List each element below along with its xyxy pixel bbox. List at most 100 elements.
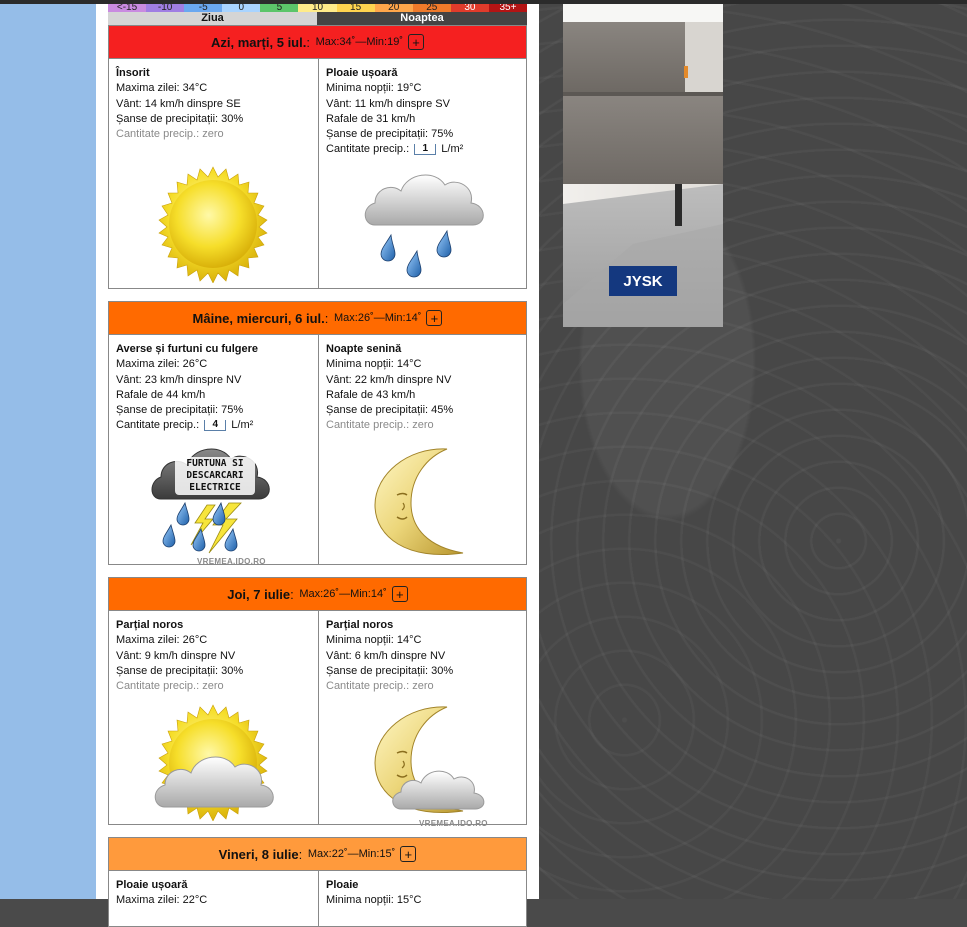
- expand-button[interactable]: +: [391, 586, 408, 602]
- scale-cell: -5: [184, 4, 223, 12]
- day-title: Joi, 7 iulie: [227, 586, 291, 602]
- day-title: Vineri, 8 iulie: [218, 846, 299, 862]
- detail-line: Șanse de precipitații: 75%: [326, 128, 454, 141]
- precip-amount: Cantitate precip.: zero: [116, 680, 224, 693]
- night-column: Ploaie ușoară Minima nopții: 19°C Vânt: …: [318, 59, 526, 289]
- condition-title: Ploaie ușoară: [326, 67, 398, 79]
- day-max: Max:22˚: [307, 848, 348, 860]
- watermark: VREMEA.IDO.RO: [419, 819, 488, 828]
- scale-cell: 10: [298, 4, 337, 12]
- ad-brand-logo: JYSK: [623, 273, 662, 290]
- storm-label-line: DESCARCARI: [186, 470, 244, 481]
- detail-line: Șanse de precipitații: 30%: [116, 664, 244, 677]
- detail-line: Rafale de 43 km/h: [326, 388, 416, 401]
- condition-title: Însorit: [116, 67, 150, 79]
- separator: —: [347, 848, 359, 860]
- detail-line: Vânt: 23 km/h dinspre NV: [116, 373, 242, 386]
- expand-button[interactable]: +: [426, 310, 443, 326]
- condition-title: Averse și furtuni cu fulgere: [116, 343, 259, 355]
- day-label: Ziua: [108, 12, 317, 25]
- night-column: Ploaie Minima nopții: 15°C: [318, 871, 526, 927]
- moon-cloud-icon: [374, 706, 485, 813]
- separator: —: [355, 36, 367, 48]
- rain-cloud-icon: [364, 174, 484, 278]
- forecast-day-card: Joi, 7 iulie: Max:26˚ — Min:14˚ + Parția…: [108, 577, 527, 828]
- detail-line: Rafale de 44 km/h: [116, 388, 206, 401]
- scale-cell: 25: [412, 4, 451, 12]
- advertisement-banner[interactable]: JYSK: [563, 4, 723, 327]
- day-header: Azi, marți, 5 iul.: Max:34˚ — Min:19˚ +: [109, 26, 526, 59]
- day-min: Min:19˚: [366, 36, 404, 48]
- temperature-scale: <-15 -10 -5 0 5 10 15 20 25 30 35+: [108, 4, 528, 12]
- day-max: Max:26˚: [299, 588, 340, 600]
- day-title: Azi, marți, 5 iul.: [210, 34, 307, 50]
- precip-unit: L/m²: [231, 419, 254, 432]
- detail-line: Maxima zilei: 22°C: [116, 894, 208, 907]
- scale-cell: 30: [450, 4, 489, 12]
- precip-amount: Cantitate precip.: 4 L/m²: [116, 418, 311, 433]
- detail-line: Vânt: 9 km/h dinspre NV: [116, 649, 236, 662]
- ad-bed-image: JYSK: [563, 4, 723, 327]
- detail-line: Rafale de 31 km/h: [326, 112, 416, 125]
- condition-title: Ploaie ușoară: [116, 879, 188, 891]
- day-min: Min:14˚: [384, 312, 422, 324]
- precip-amount: Cantitate precip.: 1 L/m²: [326, 142, 519, 157]
- scale-cell: 0: [222, 4, 261, 12]
- precip-value: 4: [204, 420, 227, 432]
- detail-line: Vânt: 22 km/h dinspre NV: [326, 373, 452, 386]
- detail-line: Șanse de precipitații: 75%: [116, 404, 244, 417]
- detail-line: Minima nopții: 14°C: [326, 358, 422, 371]
- condition-title: Parțial noros: [116, 619, 184, 631]
- scale-cell: -10: [146, 4, 185, 12]
- detail-line: Maxima zilei: 34°C: [116, 82, 208, 95]
- detail-line: Maxima zilei: 26°C: [116, 358, 208, 371]
- day-column: Parțial noros Maxima zilei: 26°C Vânt: 9…: [109, 611, 318, 825]
- night-label: Noaptea: [317, 12, 527, 25]
- day-header: Vineri, 8 iulie: Max:22˚ — Min:15˚ +: [109, 838, 526, 871]
- day-header: Mâine, miercuri, 6 iul.: Max:26˚ — Min:1…: [109, 302, 526, 335]
- day-max: Max:26˚: [334, 312, 374, 324]
- scale-cell: 5: [260, 4, 299, 12]
- condition-title: Parțial noros: [326, 619, 394, 631]
- night-column: Parțial noros Minima nopții: 14°C Vânt: …: [318, 611, 526, 828]
- detail-line: Vânt: 6 km/h dinspre NV: [326, 649, 446, 662]
- day-night-header: Ziua Noaptea: [108, 12, 527, 25]
- precip-value: 1: [414, 144, 437, 156]
- detail-line: Minima nopții: 14°C: [326, 634, 422, 647]
- storm-label-line: FURTUNA SI: [186, 458, 244, 469]
- day-min: Min:15˚: [358, 848, 396, 860]
- detail-line: Șanse de precipitații: 30%: [116, 112, 244, 125]
- forecast-day-card: Mâine, miercuri, 6 iul.: Max:26˚ — Min:1…: [108, 301, 527, 566]
- moon-icon: [374, 448, 464, 555]
- day-max: Max:34˚: [315, 36, 356, 48]
- expand-button[interactable]: +: [400, 846, 417, 862]
- day-column: Însorit Maxima zilei: 34°C Vânt: 14 km/h…: [109, 59, 318, 289]
- detail-line: Vânt: 14 km/h dinspre SE: [116, 97, 241, 110]
- night-column: Noapte senină Minima nopții: 14°C Vânt: …: [318, 335, 526, 565]
- separator: —: [373, 312, 385, 324]
- sun-icon: [158, 166, 268, 283]
- condition-title: Ploaie: [326, 879, 359, 891]
- day-title: Mâine, miercuri, 6 iul.: [192, 310, 325, 326]
- detail-line: Șanse de precipitații: 45%: [326, 404, 454, 417]
- forecast-day-card: Vineri, 8 iulie: Max:22˚ — Min:15˚ + Plo…: [108, 837, 527, 927]
- day-min: Min:14˚: [350, 588, 387, 600]
- scale-cell: 35+: [488, 4, 528, 12]
- precip-label: Cantitate precip.:: [326, 143, 410, 156]
- separator: —: [339, 588, 351, 600]
- precip-amount: Cantitate precip.: zero: [326, 680, 434, 693]
- precip-unit: L/m²: [441, 143, 464, 156]
- detail-line: Minima nopții: 19°C: [326, 82, 422, 95]
- precip-amount: Cantitate precip.: zero: [116, 128, 224, 141]
- detail-line: Maxima zilei: 26°C: [116, 634, 208, 647]
- precip-amount: Cantitate precip.: zero: [326, 419, 434, 432]
- detail-line: Minima nopții: 15°C: [326, 894, 422, 907]
- left-margin: [0, 4, 96, 899]
- forecast-day-card: Azi, marți, 5 iul.: Max:34˚ — Min:19˚ + …: [108, 25, 527, 289]
- condition-title: Noapte senină: [326, 343, 402, 355]
- day-column: Ploaie ușoară Maxima zilei: 22°C: [109, 871, 318, 927]
- sun-cloud-icon: [154, 704, 274, 821]
- storm-label: FURTUNA SI DESCARCARI ELECTRICE: [175, 457, 255, 495]
- day-header: Joi, 7 iulie: Max:26˚ — Min:14˚ +: [109, 578, 526, 611]
- expand-button[interactable]: +: [408, 34, 425, 50]
